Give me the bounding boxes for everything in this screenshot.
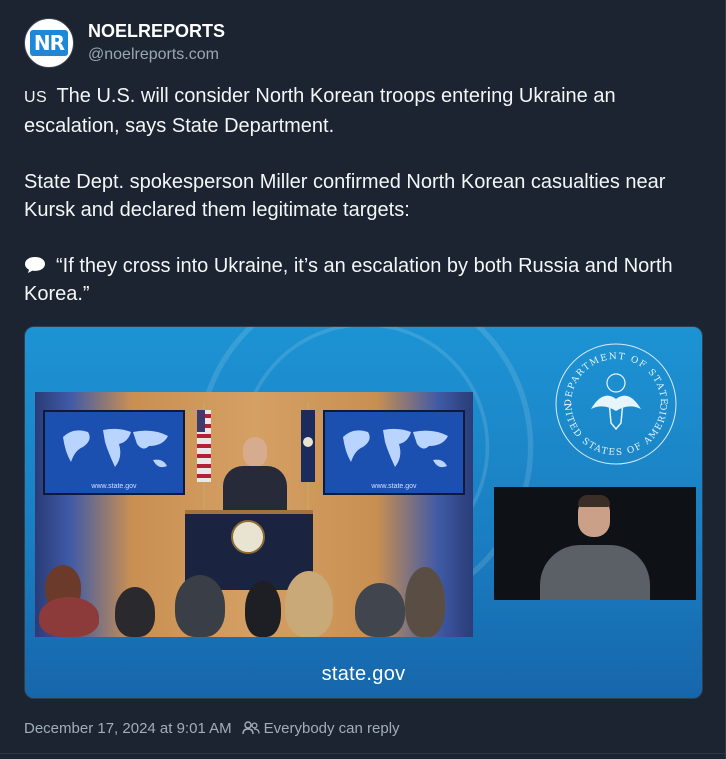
speaker-head xyxy=(243,437,267,467)
post-card: NR NOELREPORTS @noelreports.com US The U… xyxy=(0,0,726,759)
paragraph-3: “If they cross into Ukraine, it’s an esc… xyxy=(24,252,704,308)
audience-member xyxy=(175,575,225,637)
us-flag-tag: US xyxy=(24,89,48,106)
world-map-icon xyxy=(343,428,448,468)
audience xyxy=(35,557,473,637)
paragraph-1: US The U.S. will consider North Korean t… xyxy=(24,82,704,140)
audience-member xyxy=(39,597,99,637)
people-icon xyxy=(241,721,260,735)
speech-bubble-icon xyxy=(25,257,45,273)
world-map-icon xyxy=(63,428,168,468)
svg-text:DEPARTMENT OF STATE: DEPARTMENT OF STATE xyxy=(564,352,668,407)
right-screen-url: www.state.gov xyxy=(371,483,417,490)
divider xyxy=(0,753,726,754)
signer-body xyxy=(540,545,650,600)
state-seal-icon: DEPARTMENT OF STATE UNITED STATES OF AME… xyxy=(551,339,677,465)
state-flag-icon xyxy=(301,402,315,512)
signer-hair xyxy=(578,495,610,507)
speaker-body xyxy=(223,466,287,516)
author-handle[interactable]: @noelreports.com xyxy=(88,44,225,66)
avatar[interactable]: NR xyxy=(24,18,74,68)
post-timestamp[interactable]: December 17, 2024 at 9:01 AM xyxy=(24,720,232,737)
avatar-logo: NR xyxy=(29,30,69,56)
podium-seal-icon xyxy=(231,520,265,554)
press-briefing-video[interactable]: www.state.gov www.state.gov xyxy=(35,392,473,637)
us-flag-icon xyxy=(197,402,211,512)
media-caption: state.gov xyxy=(321,663,406,685)
post-header: NR NOELREPORTS @noelreports.com xyxy=(24,16,225,70)
left-screen: www.state.gov xyxy=(43,410,185,495)
author-names: NOELREPORTS @noelreports.com xyxy=(88,20,225,66)
audience-member xyxy=(115,587,155,637)
audience-member xyxy=(355,583,405,637)
left-screen-url: www.state.gov xyxy=(91,483,137,490)
sign-language-interpreter-video[interactable] xyxy=(494,487,696,600)
audience-member xyxy=(405,567,445,637)
paragraph-3-text: “If they cross into Ukraine, it’s an esc… xyxy=(24,255,673,305)
paragraph-2: State Dept. spokesperson Miller confirme… xyxy=(24,171,666,221)
right-screen: www.state.gov xyxy=(323,410,465,495)
audience-member xyxy=(245,581,281,637)
media-image[interactable]: DEPARTMENT OF STATE UNITED STATES OF AME… xyxy=(24,326,703,699)
post-text: US The U.S. will consider North Korean t… xyxy=(24,82,704,308)
paragraph-1-text: The U.S. will consider North Korean troo… xyxy=(24,85,616,137)
audience-member xyxy=(285,571,333,637)
reply-setting[interactable]: Everybody can reply xyxy=(264,720,400,737)
author-display-name[interactable]: NOELREPORTS xyxy=(88,20,225,42)
post-footer: December 17, 2024 at 9:01 AM Everybody c… xyxy=(24,717,400,739)
